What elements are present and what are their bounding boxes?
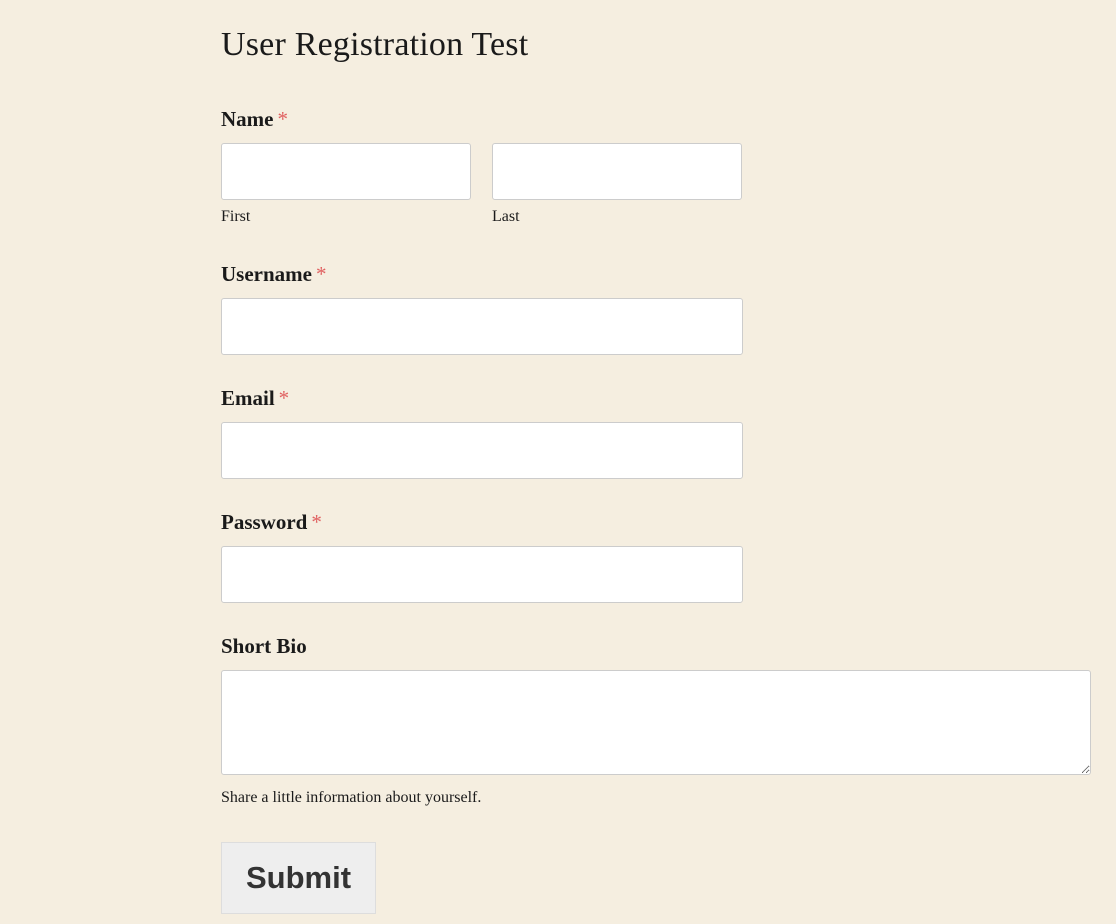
bio-label: Short Bio (221, 634, 307, 659)
password-label: Password * (221, 510, 322, 535)
bio-description: Share a little information about yoursel… (221, 789, 482, 806)
bio-label-text: Short Bio (221, 634, 307, 658)
submit-button[interactable]: Submit (221, 842, 376, 914)
name-label: Name * (221, 107, 288, 132)
password-input[interactable] (221, 546, 743, 603)
last-name-sublabel: Last (492, 208, 520, 225)
first-name-input[interactable] (221, 143, 471, 200)
required-asterisk: * (311, 510, 322, 534)
required-asterisk: * (277, 107, 288, 131)
email-label: Email * (221, 386, 289, 411)
name-label-text: Name (221, 107, 274, 131)
email-label-text: Email (221, 386, 275, 410)
form-title: User Registration Test (221, 26, 529, 63)
last-name-input[interactable] (492, 143, 742, 200)
username-label-text: Username (221, 262, 312, 286)
email-input[interactable] (221, 422, 743, 479)
password-label-text: Password (221, 510, 308, 534)
username-input[interactable] (221, 298, 743, 355)
required-asterisk: * (278, 386, 290, 410)
required-asterisk: * (315, 262, 327, 286)
username-label: Username * (221, 262, 326, 287)
first-name-sublabel: First (221, 208, 251, 225)
bio-textarea[interactable] (221, 670, 1091, 775)
